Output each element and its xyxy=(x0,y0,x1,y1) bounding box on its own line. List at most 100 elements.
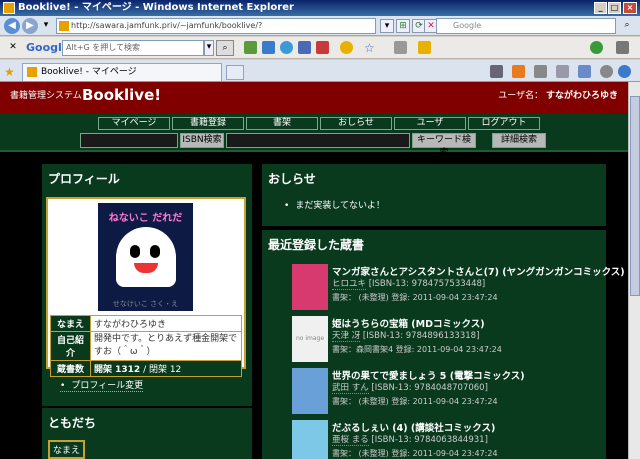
favorites-star-icon[interactable]: ★ xyxy=(4,65,15,79)
translate-icon[interactable] xyxy=(298,41,311,54)
window-title-bar: Booklive! - マイページ - Windows Internet Exp… xyxy=(0,0,640,16)
picture-footer: せなけいこ さく・え xyxy=(112,300,179,308)
rss-icon[interactable] xyxy=(512,65,525,78)
forward-button[interactable]: ▶ xyxy=(22,18,38,34)
profile-value: 開架 1312 / 閉架 12 xyxy=(90,360,242,377)
advanced-search-button[interactable]: 詳細検索 xyxy=(492,133,546,148)
open-shelf-count: 開架 1312 xyxy=(94,365,141,375)
isbn-search-button[interactable]: ISBN検索 xyxy=(180,133,224,148)
book-shelf: 書架： (未整理) xyxy=(332,449,389,458)
profile-edit-link[interactable]: プロフィール変更 xyxy=(60,378,144,392)
nav-users[interactable]: ユーザ xyxy=(394,117,466,130)
help-icon[interactable] xyxy=(618,65,631,78)
picture-title: ねないこ だれだ xyxy=(108,213,183,224)
pagerank-icon[interactable] xyxy=(340,41,353,54)
book-author[interactable]: 亜桜 まる xyxy=(332,435,369,446)
star-icon[interactable]: ☆ xyxy=(364,41,377,55)
news-item: まだ実装してないよ！ xyxy=(284,198,385,211)
wrench-icon[interactable] xyxy=(616,41,629,54)
nav-logout[interactable]: ログアウト xyxy=(468,117,540,130)
book-title[interactable]: マンガ家さんとアシスタントさんと(7) (ヤングガンガンコミックス) xyxy=(332,264,625,278)
book-author[interactable]: ヒロユキ xyxy=(332,279,367,290)
book-item: だぶるしぇい (4) (講談社コミックス) 亜桜 まる [ISBN-13: 97… xyxy=(292,420,602,459)
page-menu-icon[interactable] xyxy=(556,65,569,78)
friend-name-label: なまえ xyxy=(48,440,86,459)
book-date: 登録: 2011-09-04 23:47:24 xyxy=(391,293,498,302)
profile-value: 開発中です。とりあえず種金開架ですお（＾ω＾） xyxy=(90,331,242,361)
news-title: おしらせ xyxy=(268,172,316,186)
profile-card: ねないこ だれだ せなけいこ さく・え なまえ すながわひろゆき 自己紹介 開発… xyxy=(46,197,246,377)
profile-label: なまえ xyxy=(50,315,91,332)
keyword-search-button[interactable]: キーワード検索 xyxy=(412,133,476,158)
user-info: ユーザ名： すながわひろゆき xyxy=(498,88,618,101)
back-button[interactable]: ◀ xyxy=(4,18,20,34)
scrollbar-thumb[interactable] xyxy=(630,96,640,296)
book-cover[interactable] xyxy=(292,368,328,414)
news-panel: おしらせ まだ実装してないよ！ xyxy=(262,164,606,226)
tools-icon[interactable] xyxy=(600,65,613,78)
site-header: 書籍管理システム Booklive! ユーザ名： すながわひろゆき xyxy=(0,82,628,114)
close-button[interactable]: × xyxy=(623,2,637,14)
nav-mypage[interactable]: マイページ xyxy=(98,117,170,130)
compat-view-icon[interactable]: ⊞ xyxy=(396,19,410,33)
ghost-eye-left xyxy=(130,245,140,258)
close-toolbar-icon[interactable]: ✕ xyxy=(6,41,20,55)
google-search-button[interactable]: ⌕ xyxy=(216,40,234,56)
book-title[interactable]: 世界の果てで愛ましょう 5 (電撃コミックス) xyxy=(332,368,525,382)
user-label: ユーザ名： xyxy=(498,91,544,101)
tab-booklive[interactable]: Booklive! - マイページ xyxy=(22,63,222,81)
tab-bar: ★ Booklive! - マイページ xyxy=(0,60,640,82)
recent-books-panel: 最近登録した蔵書 マンガ家さんとアシスタントさんと(7) (ヤングガンガンコミッ… xyxy=(262,230,625,459)
book-title[interactable]: だぶるしぇい (4) (講談社コミックス) xyxy=(332,420,495,434)
profile-title: プロフィール xyxy=(48,172,120,186)
book-item: 世界の果てで愛ましょう 5 (電撃コミックス) 武田 すん [ISBN-13: … xyxy=(292,368,602,414)
closed-shelf-count: / 閉架 12 xyxy=(143,365,182,375)
search-placeholder: Google xyxy=(453,21,482,30)
profile-picture: ねないこ だれだ せなけいこ さく・え xyxy=(98,203,193,311)
book-author[interactable]: 武田 すん xyxy=(332,383,369,394)
book-isbn: [ISBN-13: 9784757533448] xyxy=(368,279,486,289)
status-icon[interactable] xyxy=(590,41,603,54)
globe-icon[interactable] xyxy=(280,41,293,54)
book-shelf: 書架： (未整理) xyxy=(332,397,389,406)
isbn-search-input[interactable] xyxy=(80,133,178,148)
profile-row-intro: 自己紹介 開発中です。とりあえず種金開架ですお（＾ω＾） xyxy=(50,331,242,361)
nav-book-register[interactable]: 書籍登録 xyxy=(172,117,244,130)
google-icon[interactable] xyxy=(262,41,275,54)
book-cover[interactable] xyxy=(292,420,328,459)
book-cover-noimage[interactable]: no image xyxy=(292,316,328,362)
history-dropdown-icon[interactable]: ▾ xyxy=(40,19,52,33)
keyword-search-input[interactable] xyxy=(226,133,410,148)
google-dropdown-icon[interactable]: ▾ xyxy=(204,40,214,56)
book-author-isbn: 天津 冴 [ISBN-13: 9784896133318] xyxy=(332,329,479,342)
vertical-scrollbar[interactable] xyxy=(628,82,640,459)
folder-icon[interactable] xyxy=(418,41,431,54)
safety-icon[interactable] xyxy=(578,65,591,78)
profile-row-books: 蔵書数 開架 1312 / 閉架 12 xyxy=(50,360,242,377)
home-icon[interactable] xyxy=(490,65,503,78)
nav-bookshelf[interactable]: 書架 xyxy=(246,117,318,130)
profile-label: 蔵書数 xyxy=(50,360,91,377)
book-author[interactable]: 天津 冴 xyxy=(332,331,361,342)
book-isbn: [ISBN-13: 9784063844931] xyxy=(371,435,488,445)
maximize-button[interactable]: □ xyxy=(608,2,621,14)
search-icon[interactable]: ⌕ xyxy=(620,19,634,33)
address-field[interactable]: http://sawara.jamfunk.priv/~jamfunk/book… xyxy=(56,18,376,34)
site-logo[interactable]: Booklive! xyxy=(82,86,161,104)
recent-books-title: 最近登録した蔵書 xyxy=(268,238,365,252)
nav-news[interactable]: おしらせ xyxy=(320,117,392,130)
book-date: 登録: 2011-09-04 23:47:24 xyxy=(395,345,502,354)
minimize-button[interactable]: _ xyxy=(594,2,607,14)
book-shelf: 書架：森岡書架4 xyxy=(332,345,394,354)
google-search-input[interactable]: Alt+G を押して検索 xyxy=(62,40,204,56)
bookmark-icon[interactable] xyxy=(316,41,329,54)
address-dropdown-icon[interactable]: ▾ xyxy=(380,19,394,33)
gear-icon[interactable] xyxy=(244,41,257,54)
search-box[interactable]: Google xyxy=(436,18,616,34)
share-icon[interactable] xyxy=(394,41,407,54)
book-title[interactable]: 姫はうちらの宝箱 (MDコミックス) xyxy=(332,316,485,330)
new-tab-button[interactable] xyxy=(226,65,244,80)
system-name: 書籍管理システム xyxy=(10,91,82,101)
print-icon[interactable] xyxy=(534,65,547,78)
book-cover[interactable] xyxy=(292,264,328,310)
